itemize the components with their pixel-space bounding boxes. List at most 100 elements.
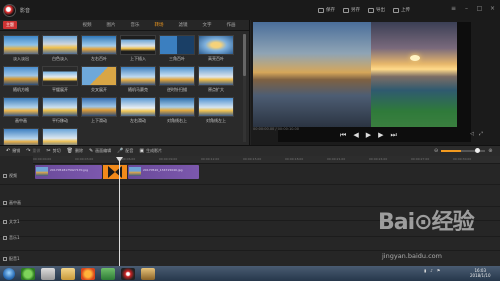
tab-transition[interactable]: 转场	[147, 22, 171, 28]
transition-item[interactable]: 画中画	[3, 97, 39, 125]
upload-button[interactable]: 上传	[393, 7, 410, 13]
start-button[interactable]	[3, 267, 15, 280]
transition-item[interactable]: 原点扩大	[198, 66, 234, 94]
transition-item[interactable]: 白色淡入	[42, 35, 78, 63]
library-tabs: 主题 视频 图片 音乐 转场 滤镜 文字 作画	[0, 20, 249, 31]
tab-draw[interactable]: 作画	[219, 22, 243, 28]
ruler-tick: 00:00:27.00	[411, 157, 430, 161]
tab-filter[interactable]: 滤镜	[171, 22, 195, 28]
export-button[interactable]: 导出	[368, 7, 385, 13]
zoom-slider[interactable]: ⊖ ⊕	[434, 148, 492, 154]
skip-back-icon[interactable]: ⏮	[340, 131, 346, 139]
save-as-button[interactable]: 另存	[343, 7, 360, 13]
transition-item[interactable]: 高亮百叶	[198, 35, 234, 63]
minimize-icon[interactable]: –	[463, 5, 470, 12]
mic-icon: 🎤	[117, 148, 124, 154]
library-scrollbar[interactable]	[243, 34, 246, 142]
transition-item[interactable]: 对角线左上	[198, 97, 234, 125]
ruler-tick: 00:00:24.00	[369, 157, 388, 161]
track-music[interactable]: 音乐1	[3, 235, 20, 241]
transition-item[interactable]: 交叉展开	[81, 66, 117, 94]
fullscreen-icon[interactable]: ⤢	[479, 131, 483, 137]
transition-item[interactable]: 逆时针扫描	[159, 66, 195, 94]
transition-item[interactable]: 对角线右上	[159, 97, 195, 125]
baidu-watermark: Bai⊙经验 jingyan.baidu.com	[378, 210, 475, 260]
track-pip[interactable]: 画中画	[3, 200, 21, 206]
media-library-panel: 主题 视频 图片 音乐 转场 滤镜 文字 作画 淡入淡出 白色淡入 左右百叶 上…	[0, 20, 250, 154]
folder-icon[interactable]	[61, 267, 75, 280]
edit-frame-button[interactable]: ✎ 画面编辑	[89, 148, 111, 154]
system-clock[interactable]: 16:03 2018/1/10	[470, 268, 491, 278]
zoom-in-icon: ⊕	[488, 148, 493, 154]
playhead[interactable]	[119, 158, 120, 266]
preview-extra-controls: ◁ ⤢	[470, 131, 483, 137]
tab-text[interactable]: 文字	[195, 22, 219, 28]
media-player-icon[interactable]	[101, 267, 115, 280]
transition-item[interactable]: 上下滑动	[81, 97, 117, 125]
step-back-icon[interactable]: ◀	[353, 131, 358, 139]
close-icon[interactable]: ×	[489, 5, 496, 12]
preview-time: 00:00:00.00 / 00:00:10.00	[253, 127, 299, 131]
record-icon[interactable]	[121, 267, 135, 280]
video-editor-taskbar-icon[interactable]	[141, 267, 155, 280]
undo-icon: ↶	[6, 148, 11, 154]
menu-icon[interactable]: ≡	[450, 5, 457, 12]
theme-badge[interactable]: 主题	[3, 21, 17, 29]
tab-video[interactable]: 视频	[75, 22, 99, 28]
preview-sun	[410, 55, 420, 61]
app-logo-icon	[3, 3, 16, 17]
transition-item[interactable]: 左右百叶	[81, 35, 117, 63]
track-text[interactable]: 文字1	[3, 219, 20, 225]
ruler-tick: 00:00:12.00	[201, 157, 220, 161]
network-icon[interactable]: ▮	[424, 268, 426, 273]
volume-icon[interactable]: ◁	[470, 131, 474, 137]
video-clip[interactable]: 20170520_134715040.jpg	[128, 165, 199, 179]
play-icon[interactable]: ▶	[366, 131, 371, 139]
firefox-icon[interactable]	[81, 267, 95, 280]
render-button[interactable]: ▣ 生成影片	[139, 148, 162, 154]
flag-icon[interactable]: ⚑	[437, 268, 441, 273]
maximize-icon[interactable]: □	[476, 5, 483, 12]
transition-item[interactable]: 随机方格	[3, 66, 39, 94]
transition-item[interactable]: 淡入淡出	[3, 35, 39, 63]
volume-tray-icon[interactable]: ♪	[430, 268, 433, 273]
ruler-tick: 00:00:18.00	[285, 157, 304, 161]
transition-item[interactable]: 上下插入	[120, 35, 156, 63]
taskbar-app-icon[interactable]	[21, 267, 35, 280]
zoom-knob[interactable]	[475, 148, 481, 153]
track-voice[interactable]: 配音1	[3, 256, 20, 262]
step-forward-icon[interactable]: ▶	[378, 131, 383, 139]
save-icon	[318, 7, 324, 13]
undo-button[interactable]: ↶ 撤销	[6, 148, 20, 154]
app-title: 影音	[20, 7, 31, 14]
delete-button[interactable]: 🗑 删除	[67, 148, 83, 154]
taskbar-app-icon[interactable]	[41, 267, 55, 280]
transition-item[interactable]: 随机马赛克	[120, 66, 156, 94]
save-as-icon	[343, 7, 349, 13]
transition-item[interactable]: 平行移动	[42, 97, 78, 125]
delete-icon: 🗑	[66, 148, 73, 154]
transition-marker[interactable]	[103, 165, 127, 179]
time-ruler[interactable]: 00:00:00.00 00:00:03.00 00:00:06.00 00:0…	[33, 156, 500, 164]
transition-item[interactable]: 三角百叶	[159, 35, 195, 63]
cut-icon: ✂	[46, 148, 51, 154]
tab-music[interactable]: 音乐	[123, 22, 147, 28]
transition-item[interactable]: 左右滑动	[120, 97, 156, 125]
ruler-tick: 00:00:15.00	[243, 157, 262, 161]
video-editor-window: 影音 保存 另存 导出 上传 ≡ – □ × 主题 视频 图片 音乐 转场 滤镜…	[0, 0, 500, 281]
tab-image[interactable]: 图片	[99, 22, 123, 28]
skip-forward-icon[interactable]: ⏭	[390, 131, 396, 139]
ruler-tick: 00:00:00.00	[33, 157, 52, 161]
cut-button[interactable]: ✂ 剪切	[46, 148, 60, 154]
ruler-tick: 00:00:03.00	[75, 157, 94, 161]
transition-item[interactable]: 平缓展开	[42, 66, 78, 94]
edit-toolbar: ↶ 撤销 ↷ 重做 ✂ 剪切 🗑 删除 ✎ 画面编辑 🎤 配音 ▣ 生成影片	[0, 145, 500, 156]
video-clip[interactable]: 20170518175927170.jpg	[35, 165, 102, 179]
track-video[interactable]: 视频	[3, 173, 17, 179]
playback-controls: ⏮ ◀ ▶ ▶ ⏭	[340, 131, 397, 139]
redo-button[interactable]: ↷ 重做	[26, 148, 40, 154]
ruler-tick: 00:00:21.00	[327, 157, 346, 161]
voiceover-button[interactable]: 🎤 配音	[117, 148, 133, 154]
save-button[interactable]: 保存	[318, 7, 335, 13]
preview-image-left	[253, 22, 371, 127]
